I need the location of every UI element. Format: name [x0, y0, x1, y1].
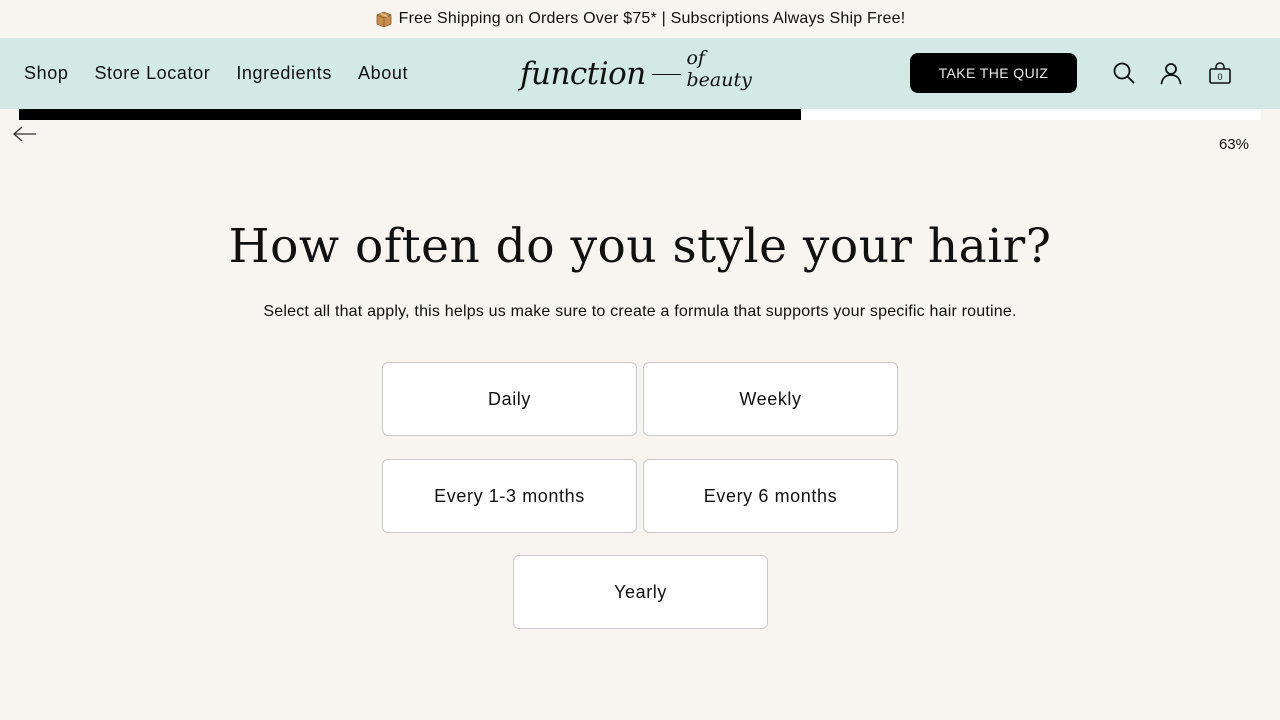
search-icon[interactable] [1112, 61, 1136, 85]
announcement-text: Free Shipping on Orders Over $75* | Subs… [398, 10, 906, 27]
logo-subtitle: of beauty [686, 47, 752, 91]
nav-link-ingredients[interactable]: Ingredients [236, 63, 332, 84]
brand-logo[interactable]: function of beauty [520, 47, 765, 98]
quiz-progress-bar [19, 109, 1261, 120]
cart-count: 0 [1217, 72, 1222, 82]
progress-percentage: 63% [1218, 136, 1249, 153]
option-every-6-months[interactable]: Every 6 months [643, 459, 898, 533]
option-weekly[interactable]: Weekly [643, 362, 898, 436]
option-every-1-3-months[interactable]: Every 1-3 months [382, 459, 637, 533]
option-daily[interactable]: Daily [382, 362, 637, 436]
nav-links: Shop Store Locator Ingredients About [24, 38, 434, 109]
nav-link-store-locator[interactable]: Store Locator [94, 63, 210, 84]
question-title: How often do you style your hair? [228, 219, 1052, 274]
main-navbar: Shop Store Locator Ingredients About fun… [0, 38, 1280, 109]
nav-link-shop[interactable]: Shop [24, 63, 68, 84]
announcement-bar: Free Shipping on Orders Over $75* | Subs… [0, 0, 1280, 38]
cart-icon[interactable]: 0 [1208, 61, 1232, 85]
account-icon[interactable] [1159, 61, 1183, 85]
logo-wordmark: function [520, 56, 646, 92]
take-quiz-button[interactable]: TAKE THE QUIZ [910, 53, 1077, 93]
nav-link-about[interactable]: About [358, 63, 408, 84]
quiz-progress-fill [19, 109, 802, 120]
question-subtitle: Select all that apply, this helps us mak… [263, 303, 1017, 320]
back-arrow-icon[interactable] [12, 124, 38, 144]
package-icon [375, 10, 393, 28]
logo-dash [651, 73, 682, 75]
option-yearly[interactable]: Yearly [513, 555, 768, 629]
